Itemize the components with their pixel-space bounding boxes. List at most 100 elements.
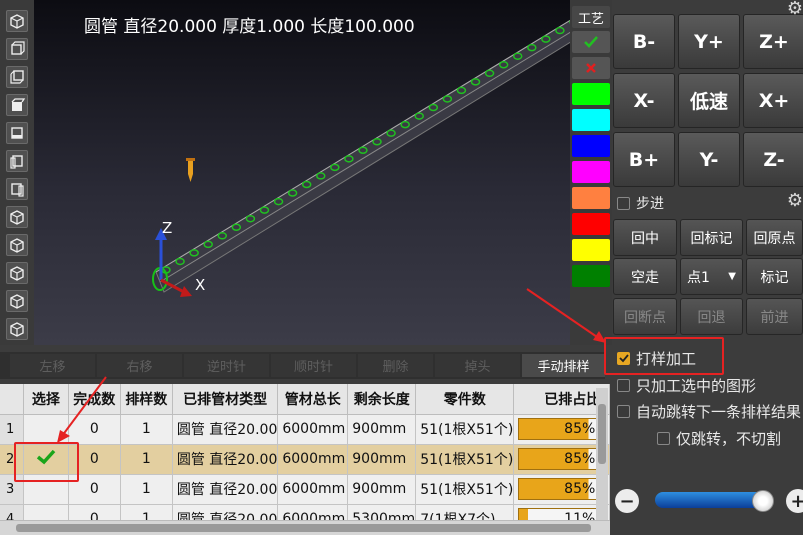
craft-color-green[interactable] <box>572 83 610 105</box>
col-parts[interactable]: 零件数 <box>415 384 515 415</box>
axis-x-label: X <box>195 276 205 294</box>
table-row[interactable]: 3 0 1 圆管 直径20.00 6000mm 900mm 51(1根X51个) 85% <box>0 474 610 505</box>
row-index: 1 <box>0 414 25 445</box>
gear-icon[interactable]: ⚙ <box>786 0 803 18</box>
total-cell: 6000mm <box>277 414 349 445</box>
col-total[interactable]: 管材总长 <box>277 384 349 415</box>
craft-color-blue[interactable] <box>572 135 610 157</box>
iso-view-5-icon[interactable] <box>6 318 28 340</box>
type-cell: 圆管 直径20.00 <box>172 474 279 505</box>
back-view-icon[interactable] <box>6 66 28 88</box>
chevron-down-icon: ▼ <box>728 271 736 282</box>
cross-icon[interactable] <box>572 57 610 79</box>
b-minus-button[interactable]: B- <box>613 14 675 69</box>
select-cell[interactable] <box>23 414 69 445</box>
z-minus-button[interactable]: Z- <box>743 132 803 187</box>
clockwise-tab[interactable]: 顺时针 <box>271 354 356 377</box>
table-vertical-scrollbar[interactable] <box>596 388 608 521</box>
view-toolbar <box>0 0 34 345</box>
craft-color-dark-green[interactable] <box>572 265 610 287</box>
col-done[interactable]: 完成数 <box>68 384 121 415</box>
col-type[interactable]: 已排管材类型 <box>172 384 279 415</box>
ratio-progress-bar: 85% <box>518 418 603 440</box>
jump-only-option[interactable]: 仅跳转，不切割 <box>657 428 781 449</box>
return-breakpoint-button[interactable]: 回断点 <box>613 298 677 335</box>
total-cell: 6000mm <box>277 474 349 505</box>
craft-label: 工艺 <box>572 6 610 28</box>
jump-only-checkbox[interactable] <box>657 432 670 445</box>
point-select-value: 点1 <box>687 269 710 286</box>
back-button[interactable]: 回退 <box>680 298 743 335</box>
x-plus-button[interactable]: X+ <box>743 73 803 128</box>
auto-jump-checkbox[interactable] <box>617 405 630 418</box>
forward-button[interactable]: 前进 <box>746 298 803 335</box>
iso-view-2-icon[interactable] <box>6 234 28 256</box>
plus-icon[interactable]: + <box>786 489 803 513</box>
auto-jump-label: 自动跳转下一条排样结果 <box>636 403 802 421</box>
col-count[interactable]: 排样数 <box>120 384 173 415</box>
left-view-icon[interactable] <box>6 150 28 172</box>
jump-only-label: 仅跳转，不切割 <box>676 430 782 448</box>
count-cell: 1 <box>120 474 173 505</box>
remain-cell: 900mm <box>347 414 417 445</box>
b-plus-button[interactable]: B+ <box>613 132 675 187</box>
step-option[interactable]: 步进 <box>617 193 664 213</box>
craft-color-magenta[interactable] <box>572 161 610 183</box>
iso-view-icon[interactable] <box>6 206 28 228</box>
iso-view-4-icon[interactable] <box>6 290 28 312</box>
check-icon[interactable] <box>572 31 610 53</box>
dry-run-button[interactable]: 空走 <box>613 258 677 295</box>
return-mark-button[interactable]: 回标记 <box>680 219 743 256</box>
speed-slider-knob[interactable] <box>752 490 774 512</box>
type-cell: 圆管 直径20.00 <box>172 444 279 475</box>
move-right-tab[interactable]: 右移 <box>97 354 182 377</box>
x-minus-button[interactable]: X- <box>613 73 675 128</box>
table-row[interactable]: 1 0 1 圆管 直径20.00 6000mm 900mm 51(1根X51个) 85% <box>0 414 610 445</box>
3d-viewport[interactable]: 圆管 直径20.000 厚度1.000 长度100.000 Z X <box>34 0 570 345</box>
mark-button[interactable]: 标记 <box>746 258 803 295</box>
front-view-icon[interactable] <box>6 38 28 60</box>
craft-color-red[interactable] <box>572 213 610 235</box>
y-minus-button[interactable]: Y- <box>678 132 740 187</box>
point-select[interactable]: 点1 ▼ <box>680 258 743 295</box>
right-view-icon[interactable] <box>6 178 28 200</box>
ratio-label: 85% <box>564 481 596 497</box>
turn-around-tab[interactable]: 掉头 <box>435 354 520 377</box>
return-origin-button[interactable]: 回原点 <box>746 219 803 256</box>
remain-cell: 900mm <box>347 474 417 505</box>
col-select[interactable]: 选择 <box>23 384 69 415</box>
jog-pad: B- Y+ Z+ X- 低速 X+ B+ Y- Z- <box>612 14 803 189</box>
annotation-box-proof <box>604 337 724 375</box>
top-view-icon[interactable] <box>6 94 28 116</box>
z-plus-button[interactable]: Z+ <box>743 14 803 69</box>
type-cell: 圆管 直径20.00 <box>172 414 279 445</box>
counter-clockwise-tab[interactable]: 逆时针 <box>184 354 269 377</box>
craft-color-cyan[interactable] <box>572 109 610 131</box>
axis-z-label: Z <box>162 219 172 237</box>
only-selected-checkbox[interactable] <box>617 379 630 392</box>
ratio-label: 85% <box>564 421 596 437</box>
delete-tab[interactable]: 删除 <box>358 354 433 377</box>
auto-jump-option[interactable]: 自动跳转下一条排样结果 <box>617 401 801 422</box>
craft-color-yellow[interactable] <box>572 239 610 261</box>
parts-cell: 51(1根X51个) <box>415 474 515 505</box>
step-checkbox[interactable] <box>617 196 630 210</box>
move-left-tab[interactable]: 左移 <box>10 354 95 377</box>
manual-nest-tab[interactable]: 手动排样 <box>522 354 605 377</box>
view-cube-icon[interactable] <box>6 10 28 32</box>
nest-results-table: 选择 完成数 排样数 已排管材类型 管材总长 剩余长度 零件数 已排占比 101… <box>0 384 610 535</box>
table-row[interactable]: 2 0 1 圆管 直径20.00 6000mm 900mm 51(1根X51个) 85% <box>0 444 610 475</box>
y-plus-button[interactable]: Y+ <box>678 14 740 69</box>
low-speed-button[interactable]: 低速 <box>678 73 740 128</box>
col-remain[interactable]: 剩余长度 <box>347 384 417 415</box>
center-button[interactable]: 回中 <box>613 219 677 256</box>
step-settings-gear-icon[interactable]: ⚙ <box>786 192 803 210</box>
only-selected-option[interactable]: 只加工选中的图形 <box>617 375 756 396</box>
iso-view-3-icon[interactable] <box>6 262 28 284</box>
craft-color-orange[interactable] <box>572 187 610 209</box>
minus-icon[interactable]: − <box>615 489 639 513</box>
bottom-view-icon[interactable] <box>6 122 28 144</box>
table-horizontal-scrollbar[interactable] <box>0 520 610 535</box>
speed-slider[interactable] <box>655 492 767 508</box>
remain-cell: 900mm <box>347 444 417 475</box>
